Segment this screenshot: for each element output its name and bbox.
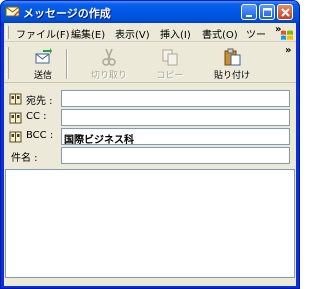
paste-label: 貼り付け [213, 71, 250, 81]
cc-row: CC : [4, 108, 296, 128]
menu-format[interactable]: 書式(O) [202, 26, 238, 41]
close-button[interactable] [277, 4, 293, 20]
send-label: 送信 [33, 71, 52, 81]
paste-button[interactable]: 貼り付け [207, 46, 257, 82]
window-title: メッセージの作成 [23, 7, 111, 20]
send-icon [35, 48, 52, 64]
address-book-icon[interactable] [9, 93, 22, 105]
title-bar[interactable]: メッセージの作成 [1, 1, 299, 23]
menu-view[interactable]: 表示(V) [115, 26, 150, 41]
cut-label: 切り取り [90, 71, 127, 81]
paste-icon [224, 48, 241, 66]
menu-insert[interactable]: 挿入(I) [160, 26, 191, 41]
to-label: 宛先 : [26, 96, 53, 107]
toolbar: 送信 切り取り コピー 貼り付け » [4, 43, 296, 83]
address-book-icon[interactable] [9, 112, 22, 124]
cc-field[interactable] [61, 109, 290, 126]
address-book-icon[interactable] [9, 131, 22, 143]
minimize-button[interactable] [241, 4, 257, 20]
status-bar [4, 279, 296, 286]
toolbar-more-chevron[interactable]: » [285, 45, 291, 56]
to-field[interactable] [61, 90, 290, 107]
minimize-icon [246, 15, 252, 17]
to-row: 宛先 : [4, 89, 296, 109]
message-window: メッセージの作成 ファイル(F) 編集(E) 表示(V) 挿入(I) 書式(O)… [0, 0, 300, 289]
window-client: ファイル(F) 編集(E) 表示(V) 挿入(I) 書式(O) ツー » 送信 … [4, 23, 296, 286]
menu-edit[interactable]: 編集(E) [71, 26, 105, 41]
copy-label: コピー [156, 71, 184, 81]
copy-icon [162, 49, 178, 66]
cut-button[interactable]: 切り取り [84, 46, 134, 82]
bcc-label: BCC : [26, 130, 54, 141]
maximize-icon [263, 8, 272, 17]
send-button[interactable]: 送信 [18, 46, 68, 82]
subject-label: 件名 : [11, 153, 38, 164]
scissors-icon [102, 48, 116, 66]
subject-row: 件名 : [4, 146, 296, 166]
bcc-field[interactable]: 国際ビジネス科 [61, 128, 290, 145]
menu-file[interactable]: ファイル(F) [16, 26, 70, 41]
copy-button[interactable]: コピー [145, 46, 195, 82]
menu-grip[interactable] [6, 26, 9, 39]
bcc-row: BCC : 国際ビジネス科 [4, 127, 296, 147]
maximize-button[interactable] [259, 4, 275, 20]
menu-bar: ファイル(F) 編集(E) 表示(V) 挿入(I) 書式(O) ツー » [4, 23, 296, 42]
menu-tools[interactable]: ツー [246, 26, 266, 41]
windows-logo-icon [281, 30, 293, 40]
message-header: 宛先 : CC : BCC: 国際ビジネス科 件名: [4, 84, 296, 168]
toolbar-separator [66, 49, 68, 79]
close-icon [281, 8, 290, 17]
toolbar-grip[interactable] [6, 47, 9, 79]
message-body[interactable] [5, 169, 295, 278]
cc-label: CC : [26, 111, 47, 122]
envelope-icon [5, 6, 20, 17]
subject-field[interactable] [61, 147, 290, 164]
